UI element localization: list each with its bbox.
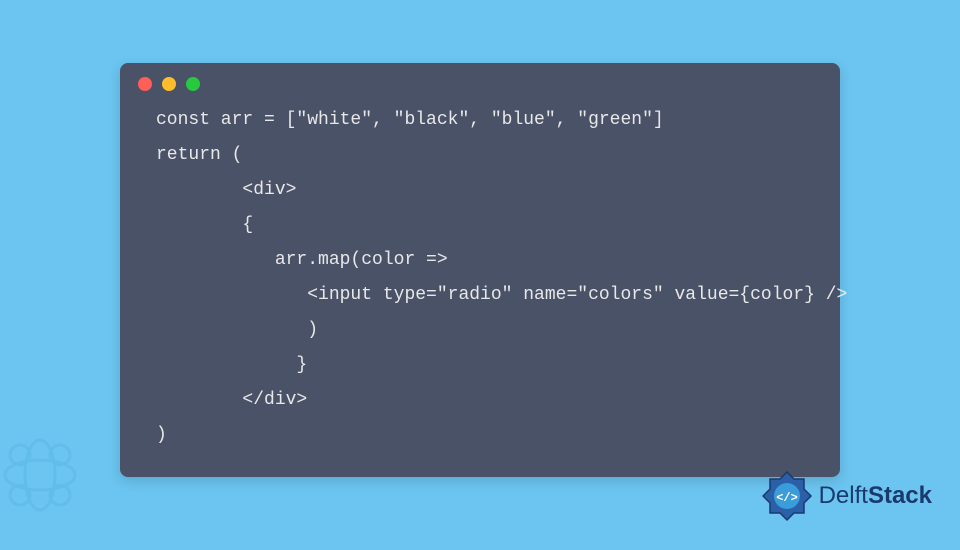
minimize-icon [162,77,176,91]
window-title-bar [120,63,840,99]
watermark-icon [0,425,110,550]
code-content: const arr = ["white", "black", "blue", "… [120,99,840,454]
maximize-icon [186,77,200,91]
brand-name: DelftStack [819,482,932,510]
brand-logo: </> DelftStack [761,470,932,522]
close-icon [138,77,152,91]
brand-badge-icon: </> [761,470,813,522]
svg-text:</>: </> [776,491,798,505]
code-window: const arr = ["white", "black", "blue", "… [120,63,840,478]
